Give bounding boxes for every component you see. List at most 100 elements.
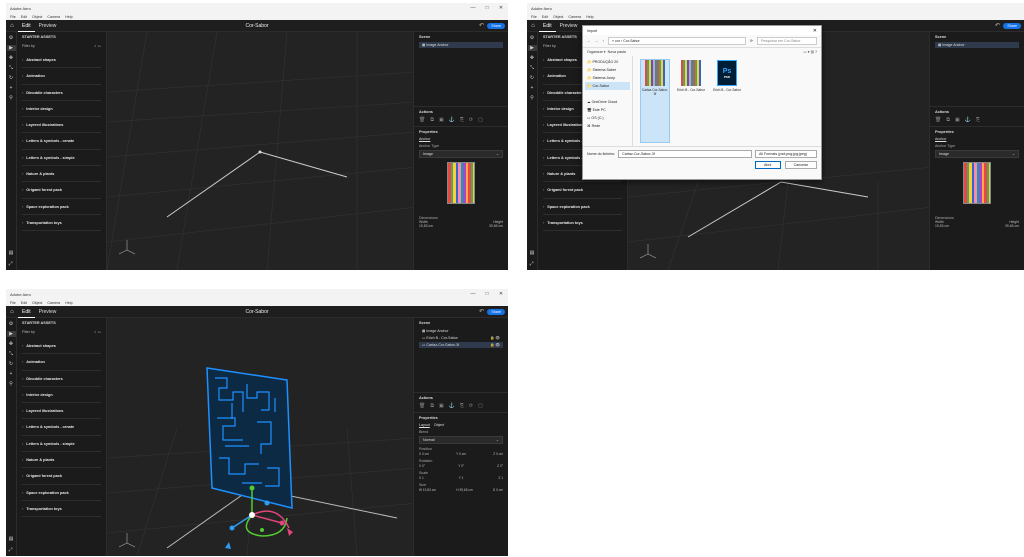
nav-item[interactable]: 📁 Cor-Sabor [585, 82, 630, 90]
maximize-button[interactable]: □ [480, 289, 494, 299]
asset-category[interactable]: › Letters & symbols - simple [22, 436, 101, 453]
minimize-button[interactable]: — [466, 3, 480, 13]
undo-icon[interactable]: ↶ [479, 22, 484, 29]
size-h[interactable]: H 39,65 cm [456, 488, 472, 492]
menu-edit[interactable]: Edit [542, 15, 548, 19]
3d-viewport[interactable] [107, 32, 413, 270]
copy-icon[interactable]: ⎘ [460, 117, 464, 123]
settings-icon[interactable]: ⚙ [9, 321, 13, 327]
asset-category[interactable]: › Dinoddle characters [22, 85, 101, 101]
layers-icon[interactable]: ▤ [9, 250, 14, 256]
scale-tool-icon[interactable]: ⤡ [530, 65, 534, 71]
copy-icon[interactable]: ⎘ [460, 403, 464, 409]
menu-camera[interactable]: Camera [568, 15, 581, 19]
home-icon[interactable]: ⌂ [527, 23, 539, 29]
anchor-type-dropdown[interactable]: Image ⌄ [419, 150, 503, 158]
cancel-button[interactable]: Cancelar [784, 161, 817, 169]
scene-item[interactable]: ▦ Image Anchor [419, 42, 503, 48]
scene-title[interactable]: Scene [419, 35, 503, 39]
asset-category[interactable]: › Space exploration pack [22, 199, 101, 215]
forward-icon[interactable]: → [595, 39, 599, 43]
refresh-icon[interactable]: ⟳ [469, 117, 473, 123]
scale-x[interactable]: X 1 [419, 476, 424, 480]
menu-object[interactable]: Object [553, 15, 563, 19]
nav-item[interactable]: 🖥 Este PC [585, 106, 630, 114]
asset-category[interactable]: › Interior design [22, 387, 101, 404]
open-button[interactable]: Abrir [755, 161, 781, 169]
close-button[interactable]: ✕ [494, 289, 508, 299]
home-icon[interactable]: ⌂ [6, 309, 18, 315]
anchor-action-icon[interactable]: ⚓ [449, 403, 455, 409]
expand-icon[interactable]: ⤢ [9, 547, 14, 553]
duplicate-icon[interactable]: ⧉ [946, 117, 950, 123]
back-icon[interactable]: ← [587, 39, 591, 43]
width-value[interactable]: 19,83 cm [935, 224, 949, 228]
asset-category[interactable]: › Animation [22, 68, 101, 85]
undo-icon[interactable]: ↶ [479, 308, 484, 315]
asset-category[interactable]: › Animation [22, 354, 101, 371]
asset-category[interactable]: › Abstract shapes [22, 52, 101, 69]
asset-category[interactable]: › Layered illustrations [22, 403, 101, 420]
filter-label[interactable]: Filter by [22, 330, 35, 334]
size-d[interactable]: D 0 cm [493, 488, 503, 492]
add-icon[interactable]: + [531, 85, 534, 91]
asset-category[interactable]: › Origami forest pack [22, 182, 101, 199]
move-tool-icon[interactable]: ✥ [9, 341, 13, 347]
anchor-action-icon[interactable]: ⚓ [965, 117, 971, 123]
search-input[interactable]: Pesquisar em Cor-Sabor [757, 37, 817, 45]
scale-z[interactable]: Z 1 [498, 476, 503, 480]
scene-item[interactable]: ▦ Image Anchor [419, 328, 503, 334]
close-button[interactable]: ✕ [494, 3, 508, 13]
tab-edit[interactable]: Edit [539, 20, 556, 32]
asset-category[interactable]: › Letters & symbols - simple [22, 150, 101, 167]
3d-viewport[interactable] [107, 318, 413, 556]
scene-item[interactable]: ▭ Erich B - Cor-Sabor 🔒 👁 [419, 335, 503, 341]
blend-dropdown[interactable]: Normal ⌄ [419, 436, 503, 444]
scene-title[interactable]: Scene [419, 321, 503, 325]
position-x[interactable]: X 0 cm [419, 452, 429, 456]
menu-object[interactable]: Object [32, 15, 42, 19]
copy-icon[interactable]: ⎘ [976, 117, 980, 123]
share-button[interactable]: Share [1003, 22, 1021, 29]
share-button[interactable]: Share [487, 22, 505, 29]
menu-help[interactable]: Help [65, 301, 72, 305]
duplicate-icon[interactable]: ⧉ [430, 403, 434, 409]
delete-icon[interactable]: 🗑 [935, 117, 941, 123]
tab-edit[interactable]: Edit [18, 20, 35, 32]
frame-icon[interactable]: ▢ [478, 403, 483, 409]
view-toggle-icon[interactable]: ◐ ▭ [94, 44, 101, 48]
asset-category[interactable]: › Transportation toys [22, 215, 101, 232]
actions-title[interactable]: Actions [419, 396, 503, 400]
properties-title[interactable]: Properties [419, 416, 503, 420]
undo-icon[interactable]: ↶ [995, 22, 1000, 29]
path-field[interactable]: « cor › Cor-Sabor [607, 37, 746, 45]
menu-file[interactable]: File [10, 301, 16, 305]
tab-preview[interactable]: Preview [35, 306, 61, 318]
actions-title[interactable]: Actions [935, 110, 1019, 114]
properties-title[interactable]: Properties [935, 130, 1019, 134]
rotation-y[interactable]: Y 0° [458, 464, 464, 468]
properties-title[interactable]: Properties [419, 130, 503, 134]
maximize-button[interactable]: □ [480, 3, 494, 13]
scale-tool-icon[interactable]: ⤡ [9, 65, 13, 71]
asset-category[interactable]: › Transportation toys [22, 501, 101, 518]
new-folder-button[interactable]: Nova pasta [608, 50, 626, 54]
nav-item[interactable]: 📁 Sistema Jump [585, 74, 630, 82]
menu-camera[interactable]: Camera [47, 301, 60, 305]
nav-item[interactable]: ☁ OneDrive Cloud [585, 98, 630, 106]
rotate-tool-icon[interactable]: ↻ [9, 75, 13, 81]
refresh-icon[interactable]: ⟳ [469, 403, 473, 409]
height-value[interactable]: 39,65 cm [489, 224, 503, 228]
width-value[interactable]: 19,83 cm [419, 224, 433, 228]
filter-label[interactable]: Filter by [22, 44, 35, 48]
filter-label[interactable]: Filter by [543, 44, 556, 48]
menu-help[interactable]: Help [65, 15, 72, 19]
actions-title[interactable]: Actions [419, 110, 503, 114]
move-tool-icon[interactable]: ✥ [530, 55, 534, 61]
delete-icon[interactable]: 🗑 [419, 403, 425, 409]
tab-layout[interactable]: Layout [419, 423, 430, 427]
rotation-z[interactable]: Z 0° [497, 464, 503, 468]
scale-y[interactable]: Y 1 [459, 476, 464, 480]
asset-category[interactable]: › Origami forest pack [543, 182, 622, 199]
pin-icon[interactable]: ⚲ [9, 381, 13, 387]
